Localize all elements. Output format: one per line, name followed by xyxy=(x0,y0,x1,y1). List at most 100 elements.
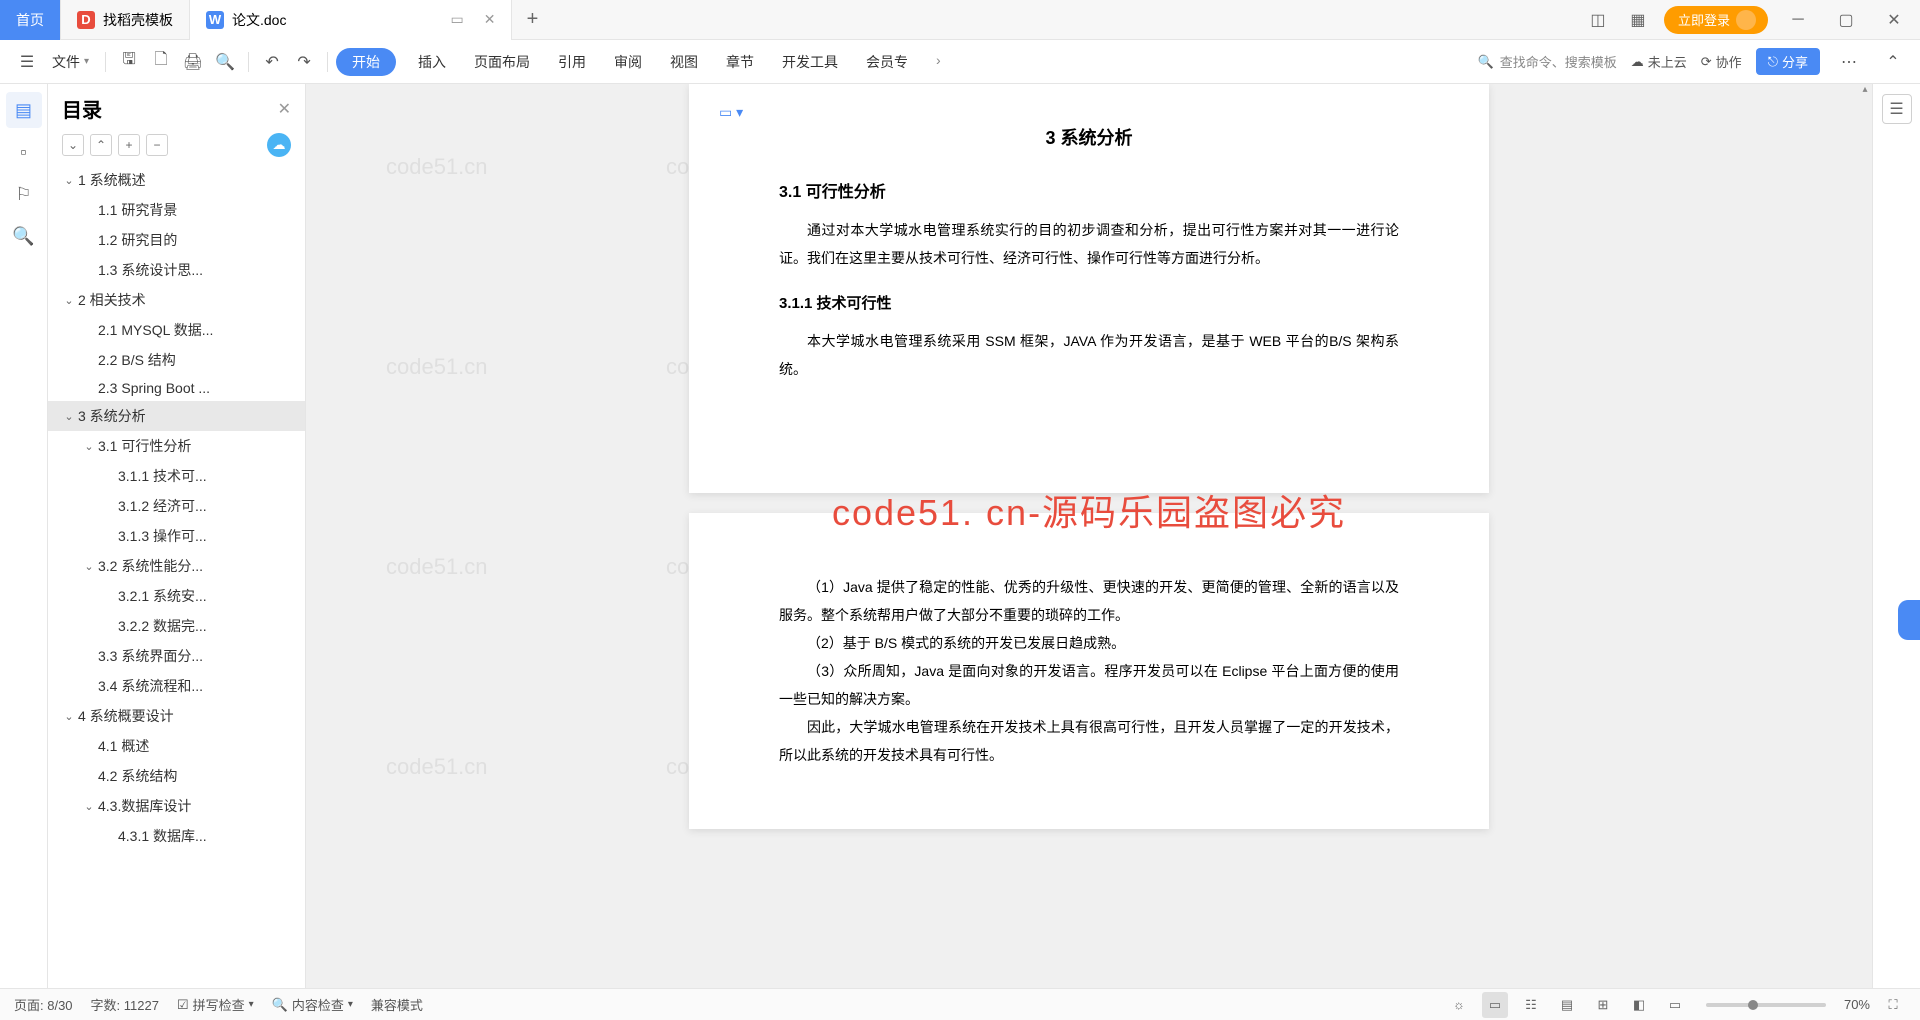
right-panel-toggle-icon[interactable]: ☰ xyxy=(1882,94,1912,124)
template-icon: D xyxy=(77,11,95,29)
floating-tab[interactable] xyxy=(1898,600,1920,640)
outline-remove-icon[interactable]: − xyxy=(146,134,168,156)
apps-icon[interactable]: ▦ xyxy=(1624,6,1652,34)
spell-check[interactable]: ☑拼写检查▾ xyxy=(177,995,254,1014)
outline-item[interactable]: 4.2 系统结构 xyxy=(48,761,305,791)
outline-item[interactable]: 3.3 系统界面分... xyxy=(48,641,305,671)
more-icon[interactable]: ⋯ xyxy=(1834,47,1864,77)
outline-item[interactable]: ⌄3 系统分析 xyxy=(48,401,305,431)
vertical-scrollbar[interactable]: ▴ xyxy=(1858,84,1872,988)
content-check[interactable]: 🔍内容检查▾ xyxy=(272,995,353,1014)
view-focus-icon[interactable]: ◧ xyxy=(1626,992,1652,1018)
outline-item[interactable]: 2.2 B/S 结构 xyxy=(48,345,305,375)
zoom-thumb[interactable] xyxy=(1748,1000,1758,1010)
page-indicator[interactable]: 页面: 8/30 xyxy=(14,995,73,1014)
zoom-level[interactable]: 70% xyxy=(1844,997,1870,1012)
ribbon-reference[interactable]: 引用 xyxy=(558,52,586,72)
coop-button[interactable]: ⟳ 协作 xyxy=(1701,52,1742,71)
outline-item[interactable]: 3.1.3 操作可... xyxy=(48,521,305,551)
tab-home[interactable]: 首页 xyxy=(0,0,61,40)
outline-item[interactable]: 1.1 研究背景 xyxy=(48,195,305,225)
outline-item[interactable]: 3.1.2 经济可... xyxy=(48,491,305,521)
ribbon-view[interactable]: 视图 xyxy=(670,52,698,72)
login-button[interactable]: 立即登录 xyxy=(1664,6,1768,34)
page-tag-icon[interactable]: ▭ ▾ xyxy=(719,104,743,121)
redo-icon[interactable]: ↷ xyxy=(289,47,319,77)
view-read-icon[interactable]: ▤ xyxy=(1554,992,1580,1018)
chevron-down-icon[interactable]: ⌄ xyxy=(62,410,76,423)
outline-item[interactable]: ⌄3.2 系统性能分... xyxy=(48,551,305,581)
document-area[interactable]: code51.cn code51.cn code51.cn code51.cn … xyxy=(306,84,1872,988)
chevron-down-icon[interactable]: ⌄ xyxy=(82,560,96,573)
outline-item[interactable]: ⌄4.3.数据库设计 xyxy=(48,791,305,821)
outline-item[interactable]: ⌄1 系统概述 xyxy=(48,165,305,195)
save-as-icon[interactable]: 🗋 xyxy=(146,47,176,77)
thumbnail-panel-icon[interactable]: ▫ xyxy=(6,134,42,170)
outline-item[interactable]: ⌄3.1 可行性分析 xyxy=(48,431,305,461)
outline-item[interactable]: 3.4 系统流程和... xyxy=(48,671,305,701)
command-search[interactable]: 🔍 查找命令、搜索模板 xyxy=(1478,52,1617,71)
tab-close-icon[interactable]: ✕ xyxy=(484,11,496,28)
ribbon-review[interactable]: 审阅 xyxy=(614,52,642,72)
chevron-down-icon[interactable]: ⌄ xyxy=(82,800,96,813)
chevron-down-icon[interactable]: ⌄ xyxy=(62,294,76,307)
undo-icon[interactable]: ↶ xyxy=(257,47,287,77)
word-count[interactable]: 字数: 11227 xyxy=(91,995,159,1014)
fullscreen-icon[interactable]: ⛶ xyxy=(1880,992,1906,1018)
maximize-button[interactable]: ▢ xyxy=(1828,5,1864,35)
outline-item[interactable]: 2.1 MYSQL 数据... xyxy=(48,315,305,345)
ribbon-member[interactable]: 会员专 xyxy=(866,52,908,72)
chevron-down-icon[interactable]: ⌄ xyxy=(62,710,76,723)
file-menu[interactable]: 文件▾ xyxy=(44,48,97,76)
outline-sync-icon[interactable]: ☁ xyxy=(267,133,291,157)
outline-item[interactable]: 2.3 Spring Boot ... xyxy=(48,375,305,401)
ribbon-start[interactable]: 开始 xyxy=(336,48,396,76)
close-window-button[interactable]: ✕ xyxy=(1876,5,1912,35)
menu-icon[interactable]: ☰ xyxy=(12,47,42,77)
ribbon-chapter[interactable]: 章节 xyxy=(726,52,754,72)
outline-collapse-all-icon[interactable]: ⌃ xyxy=(90,134,112,156)
collapse-ribbon-icon[interactable]: ⌃ xyxy=(1878,47,1908,77)
tab-document[interactable]: W 论文.doc ▭ ✕ xyxy=(190,0,512,40)
share-button[interactable]: ⎋ 分享 xyxy=(1756,48,1820,75)
cloud-status[interactable]: ☁ 未上云 xyxy=(1631,52,1687,71)
outline-item[interactable]: 3.2.1 系统安... xyxy=(48,581,305,611)
outline-add-icon[interactable]: + xyxy=(118,134,140,156)
outline-item[interactable]: ⌄2 相关技术 xyxy=(48,285,305,315)
outline-item[interactable]: 3.1.1 技术可... xyxy=(48,461,305,491)
chevron-down-icon[interactable]: ⌄ xyxy=(82,440,96,453)
chevron-down-icon[interactable]: ⌄ xyxy=(62,174,76,187)
outline-item[interactable]: 3.2.2 数据完... xyxy=(48,611,305,641)
eyecare-icon[interactable]: ☼ xyxy=(1446,992,1472,1018)
view-outline-icon[interactable]: ☷ xyxy=(1518,992,1544,1018)
save-icon[interactable]: 🖫 xyxy=(114,47,144,77)
print-icon[interactable]: 🖨 xyxy=(178,47,208,77)
outline-expand-all-icon[interactable]: ⌄ xyxy=(62,134,84,156)
ribbon-devtools[interactable]: 开发工具 xyxy=(782,52,838,72)
scroll-up-icon[interactable]: ▴ xyxy=(1858,84,1872,98)
print-preview-icon[interactable]: 🔍 xyxy=(210,47,240,77)
view-page-icon[interactable]: ▭ xyxy=(1482,992,1508,1018)
outline-item[interactable]: 1.3 系统设计思... xyxy=(48,255,305,285)
search-panel-icon[interactable]: 🔍 xyxy=(6,218,42,254)
tab-screen-icon[interactable]: ▭ xyxy=(450,11,463,28)
outline-item[interactable]: 1.2 研究目的 xyxy=(48,225,305,255)
outline-item[interactable]: 4.3.1 数据库... xyxy=(48,821,305,851)
outline-close-icon[interactable]: ✕ xyxy=(278,99,291,119)
compat-mode[interactable]: 兼容模式 xyxy=(371,995,423,1014)
outline-panel-icon[interactable]: ▤ xyxy=(6,92,42,128)
right-sidebar: ☰ xyxy=(1872,84,1920,988)
minimize-button[interactable]: ─ xyxy=(1780,5,1816,35)
outline-item[interactable]: 4.1 概述 xyxy=(48,731,305,761)
ribbon-insert[interactable]: 插入 xyxy=(418,52,446,72)
add-tab-button[interactable]: + xyxy=(512,8,552,31)
bookmark-icon[interactable]: ⚐ xyxy=(6,176,42,212)
view-web-icon[interactable]: ⊞ xyxy=(1590,992,1616,1018)
zoom-slider[interactable] xyxy=(1706,1003,1826,1007)
zoom-out-icon[interactable]: ▭ xyxy=(1662,992,1688,1018)
ribbon-layout[interactable]: 页面布局 xyxy=(474,52,530,72)
ribbon-more-icon[interactable]: › xyxy=(936,52,941,72)
outline-item[interactable]: ⌄4 系统概要设计 xyxy=(48,701,305,731)
tab-template[interactable]: D 找稻壳模板 xyxy=(61,0,190,40)
reading-layout-icon[interactable]: ◫ xyxy=(1584,6,1612,34)
